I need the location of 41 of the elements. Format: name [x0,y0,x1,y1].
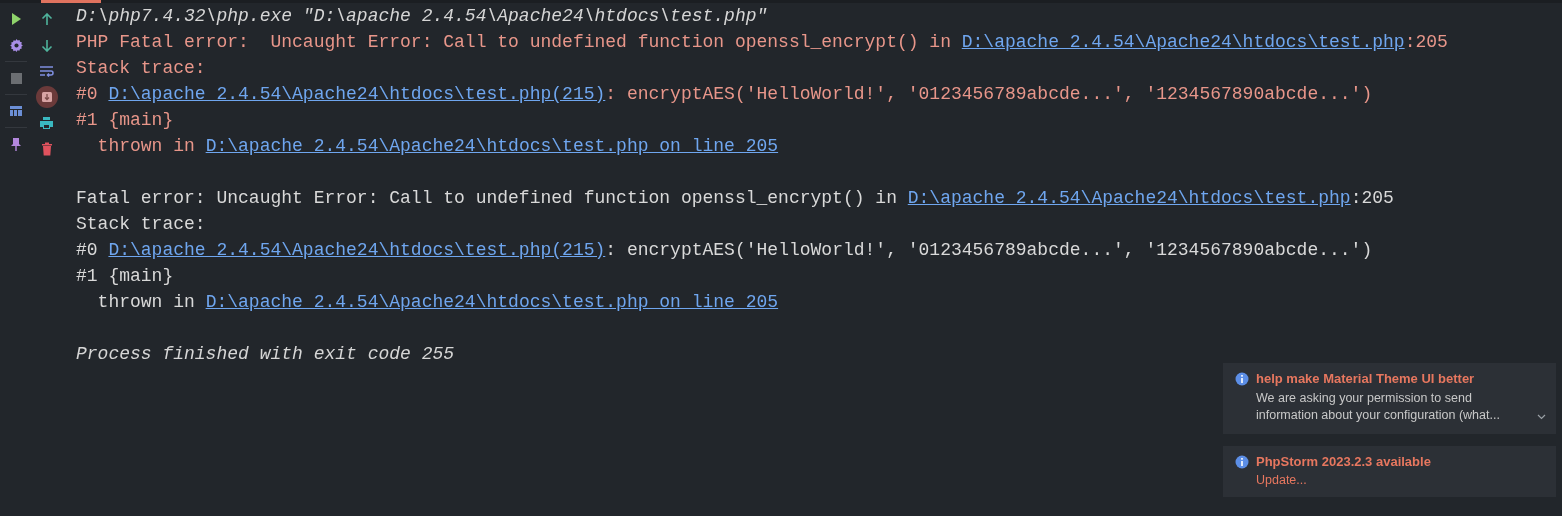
file-link[interactable]: D:\apache 2.4.54\Apache24\htdocs\test.php on line 205 [205,136,779,156]
info-icon [1235,454,1249,469]
console-text: thrown in [96,136,196,156]
console-text: Fatal error: Uncaught Error: Call to undefined function openssl_encrypt() in [76,188,898,208]
console-text: Process finished with exit code 255 [76,344,455,364]
active-tab-indicator [41,0,101,3]
console-text: :205 [1350,188,1394,208]
update-link[interactable]: Update... [1256,473,1307,487]
arrow-down-icon [40,38,53,52]
printer-icon [39,116,54,130]
console-text: #0 [76,240,99,260]
console-text: :205 [1404,32,1448,52]
console-text: #1 {main} [76,110,174,130]
notification-title: PhpStorm 2023.2.3 available [1256,454,1431,469]
file-link[interactable]: D:\apache 2.4.54\Apache24\htdocs\test.php(215) [108,84,606,104]
soft-wrap-icon [39,65,54,77]
console-text: #0 [76,84,99,104]
console-text: : encryptAES('HelloWorld!', '0123456789abcde...', '1234567890abcde...') [605,240,1373,260]
notification-title: help make Material Theme UI better [1256,371,1475,386]
console-text: D:\php7.4.32\php.exe "D:\apache 2.4.54\Apache24\htdocs\test.php" [76,6,768,26]
console-text: Stack trace: [76,58,206,78]
scroll-to-end-icon [39,90,54,104]
console-text: thrown in [96,292,196,312]
file-link[interactable]: D:\apache 2.4.54\Apache24\htdocs\test.php(215) [108,240,606,260]
stop-icon [9,71,23,85]
trash-icon [40,142,53,156]
play-icon [9,12,23,26]
console-text: #1 {main} [76,266,174,286]
console-text: PHP Fatal error: Uncaught Error: Call to undefined function openssl_encrypt() in [76,32,952,52]
console-text: : encryptAES('HelloWorld!', '0123456789abcde...', '1234567890abcde...') [605,84,1373,104]
notification-message: We are asking your permission to send information about your configuration (what... [1256,390,1501,424]
info-icon [1235,371,1249,386]
gear-icon [8,37,24,53]
arrow-up-icon [40,12,53,26]
scroll-end-button[interactable] [35,86,58,108]
file-link[interactable]: D:\apache 2.4.54\Apache24\htdocs\test.php on line 205 [205,292,779,312]
console-text: Stack trace: [76,214,206,234]
file-link[interactable]: D:\apache 2.4.54\Apache24\htdocs\test.php [907,188,1351,208]
pin-icon [10,136,22,152]
layout-icon [9,105,23,117]
file-link[interactable]: D:\apache 2.4.54\Apache24\htdocs\test.php [961,32,1405,52]
